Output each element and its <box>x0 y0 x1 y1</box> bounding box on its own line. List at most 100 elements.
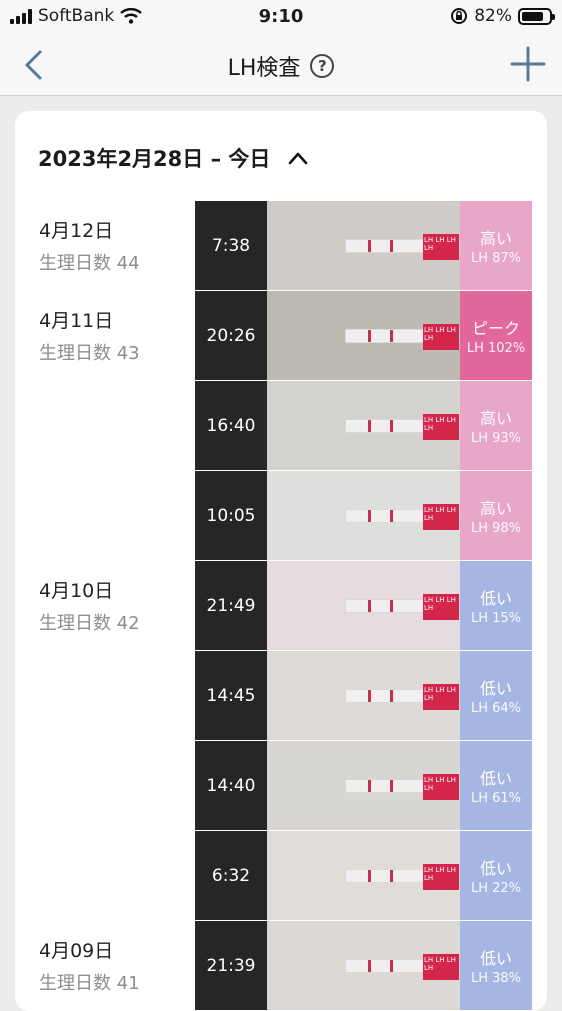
date-range-header[interactable]: 2023年2月28日 – 今日 <box>38 143 308 173</box>
result-lh-percent: LH 102% <box>466 341 526 356</box>
test-strip: LH LH LH LH <box>345 324 460 350</box>
test-strip: LH LH LH LH <box>345 954 460 980</box>
result-badge-low: 低い LH 15% <box>460 561 532 650</box>
result-level: 低い <box>479 769 512 788</box>
entry-time: 7:38 <box>195 201 267 290</box>
test-entry[interactable]: 6:32 LH LH LH LH 低い LH 22% <box>195 831 532 920</box>
test-strip-photo: LH LH LH LH <box>267 921 460 1010</box>
entry-time: 14:40 <box>195 741 267 830</box>
test-strip-line <box>390 780 393 792</box>
test-strip: LH LH LH LH <box>345 504 460 530</box>
day-date: 4月09日 <box>39 940 114 962</box>
strip-brand-mark: LH LH LH LH <box>423 414 459 440</box>
rotation-lock-icon <box>451 8 468 24</box>
test-strip-line <box>368 690 371 702</box>
day-cycle: 生理日数 42 <box>39 613 140 634</box>
test-entry[interactable]: 21:39 LH LH LH LH 低い LH 38% <box>195 921 532 1010</box>
status-right: 82% <box>450 6 555 26</box>
entry-time: 14:45 <box>195 651 267 740</box>
result-badge-low: 低い LH 22% <box>460 831 532 920</box>
page-title: LH検査 <box>227 56 301 81</box>
test-strip: LH LH LH LH <box>345 594 460 620</box>
chevron-up-icon[interactable] <box>288 151 308 165</box>
history-card: 2023年2月28日 – 今日 4月12日 生理日数 44 4月11日 生理日数… <box>15 111 547 1011</box>
strip-brand-mark: LH LH LH LH <box>423 684 459 710</box>
test-entry[interactable]: 20:26 LH LH LH LH ピーク LH 102% <box>195 291 532 380</box>
result-level: 低い <box>479 859 512 878</box>
test-strip-line <box>390 420 393 432</box>
test-strip-line <box>390 510 393 522</box>
nav-bar: LH検査 ? <box>0 36 562 96</box>
result-badge-high: 高い LH 87% <box>460 201 532 290</box>
result-lh-percent: LH 64% <box>470 701 522 716</box>
day-label: 4月10日 生理日数 42 <box>39 576 140 635</box>
strip-brand-mark: LH LH LH LH <box>423 954 459 980</box>
page-title-wrap: LH検査 ? <box>0 50 562 82</box>
test-strip-photo: LH LH LH LH <box>267 291 460 380</box>
test-strip: LH LH LH LH <box>345 864 460 890</box>
result-lh-percent: LH 93% <box>470 431 522 446</box>
result-level: 高い <box>479 409 512 428</box>
test-entry[interactable]: 7:38 LH LH LH LH 高い LH 87% <box>195 201 532 290</box>
test-entry[interactable]: 10:05 LH LH LH LH 高い LH 98% <box>195 471 532 560</box>
result-level: 低い <box>479 949 512 968</box>
test-strip-photo: LH LH LH LH <box>267 201 460 290</box>
status-bar: SoftBank 9:10 82% <box>0 0 562 36</box>
day-label: 4月12日 生理日数 44 <box>39 216 140 275</box>
result-level: 低い <box>479 679 512 698</box>
test-strip-photo: LH LH LH LH <box>267 471 460 560</box>
test-entry[interactable]: 14:40 LH LH LH LH 低い LH 61% <box>195 741 532 830</box>
test-strip: LH LH LH LH <box>345 414 460 440</box>
test-entry[interactable]: 21:49 LH LH LH LH 低い LH 15% <box>195 561 532 650</box>
entry-time: 20:26 <box>195 291 267 380</box>
strip-brand-mark: LH LH LH LH <box>423 774 459 800</box>
result-lh-percent: LH 61% <box>470 791 522 806</box>
test-strip-line <box>368 420 371 432</box>
test-strip: LH LH LH LH <box>345 234 460 260</box>
strip-brand-mark: LH LH LH LH <box>423 864 459 890</box>
test-strip-line <box>390 690 393 702</box>
test-strip-line <box>390 330 393 342</box>
result-lh-percent: LH 38% <box>470 971 522 986</box>
test-strip-photo: LH LH LH LH <box>267 741 460 830</box>
entry-time: 16:40 <box>195 381 267 470</box>
day-cycle: 生理日数 41 <box>39 973 140 994</box>
test-strip-photo: LH LH LH LH <box>267 651 460 740</box>
test-strip-line <box>368 240 371 252</box>
test-strip-line <box>390 870 393 882</box>
help-icon[interactable]: ? <box>310 54 335 78</box>
entry-time: 21:39 <box>195 921 267 1010</box>
battery-icon <box>518 7 555 25</box>
result-badge-high: 高い LH 93% <box>460 381 532 470</box>
strip-brand-mark: LH LH LH LH <box>423 594 459 620</box>
add-icon[interactable] <box>510 46 546 82</box>
day-cycle: 生理日数 44 <box>39 253 140 274</box>
result-badge-peak: ピーク LH 102% <box>460 291 532 380</box>
test-strip: LH LH LH LH <box>345 774 460 800</box>
test-strip-line <box>390 960 393 972</box>
test-strip-line <box>390 600 393 612</box>
result-level: 高い <box>479 499 512 518</box>
result-lh-percent: LH 87% <box>470 251 522 266</box>
day-date: 4月12日 <box>39 220 114 242</box>
test-entry[interactable]: 14:45 LH LH LH LH 低い LH 64% <box>195 651 532 740</box>
day-label: 4月09日 生理日数 41 <box>39 936 140 995</box>
entry-time: 21:49 <box>195 561 267 650</box>
test-strip-line <box>368 780 371 792</box>
test-strip-line <box>368 870 371 882</box>
help-glyph: ? <box>318 57 327 75</box>
test-strip-line <box>390 240 393 252</box>
test-entry[interactable]: 16:40 LH LH LH LH 高い LH 93% <box>195 381 532 470</box>
result-badge-low: 低い LH 38% <box>460 921 532 1010</box>
strip-brand-mark: LH LH LH LH <box>423 504 459 530</box>
result-badge-high: 高い LH 98% <box>460 471 532 560</box>
result-badge-low: 低い LH 61% <box>460 741 532 830</box>
test-strip-photo: LH LH LH LH <box>267 831 460 920</box>
strip-brand-mark: LH LH LH LH <box>423 324 459 350</box>
entry-time: 10:05 <box>195 471 267 560</box>
result-lh-percent: LH 22% <box>470 881 522 896</box>
day-cycle: 生理日数 43 <box>39 343 140 364</box>
battery-percent: 82% <box>474 6 512 26</box>
test-strip-photo: LH LH LH LH <box>267 561 460 650</box>
test-strip-line <box>368 510 371 522</box>
